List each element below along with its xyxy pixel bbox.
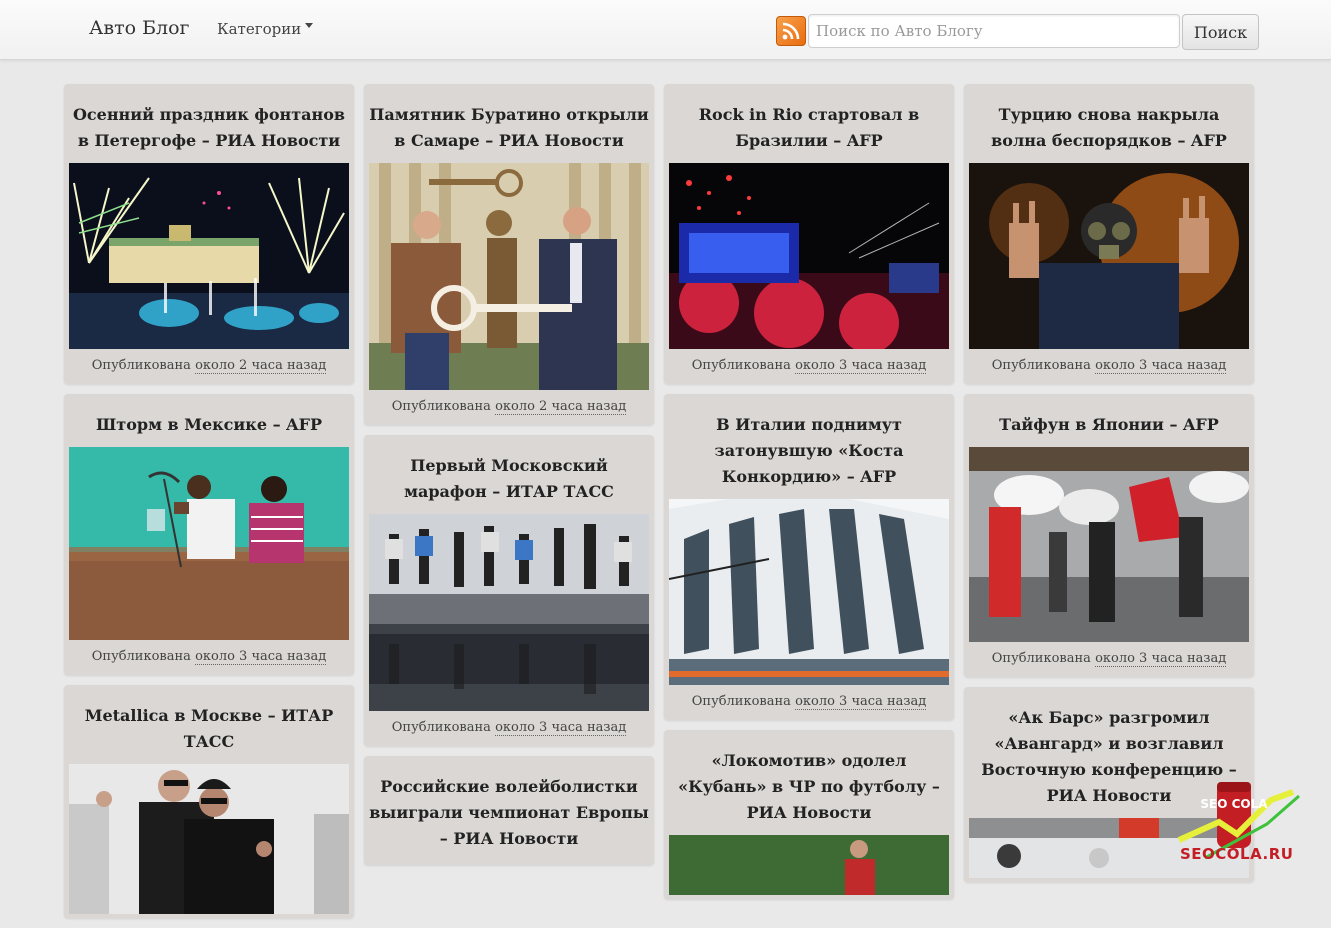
post-time-link[interactable]: около 3 часа назад (795, 694, 927, 710)
search-input[interactable] (808, 14, 1180, 48)
post-card: Турцию снова накрыла волна беспорядков –… (964, 84, 1254, 384)
post-title[interactable]: Шторм в Мексике – AFP (69, 394, 349, 447)
brand-link[interactable]: Авто Блог (89, 17, 190, 39)
column-4: Турцию снова накрыла волна беспорядков –… (964, 84, 1254, 892)
post-meta: Опубликована около 3 часа назад (969, 642, 1249, 673)
categories-label: Категории (217, 20, 302, 38)
post-meta: Опубликована около 3 часа назад (669, 349, 949, 380)
post-time-link[interactable]: около 3 часа назад (495, 720, 627, 736)
published-label: Опубликована (91, 649, 191, 664)
post-card: Осенний праздник фонтанов в Петергофе – … (64, 84, 354, 384)
published-label: Опубликована (691, 694, 791, 709)
post-meta: Опубликована около 3 часа назад (69, 640, 349, 671)
post-title[interactable]: Памятник Буратино открыли в Самаре – РИА… (369, 84, 649, 163)
categories-dropdown[interactable]: Категории (217, 20, 314, 38)
post-card: Шторм в Мексике – AFP Опубликована около… (64, 394, 354, 675)
watermark-badge: SEO COLA (1200, 797, 1268, 811)
post-meta: Опубликована около 2 часа назад (69, 349, 349, 380)
post-image-marathon[interactable] (369, 514, 649, 711)
post-title[interactable]: В Италии поднимут затонувшую «Коста Конк… (669, 394, 949, 499)
post-title[interactable]: Тайфун в Японии – AFP (969, 394, 1249, 447)
post-time-link[interactable]: около 2 часа назад (495, 399, 627, 415)
column-1: Осенний праздник фонтанов в Петергофе – … (64, 84, 354, 928)
post-meta: Опубликована около 3 часа назад (669, 685, 949, 716)
published-label: Опубликована (391, 399, 491, 414)
caret-down-icon (305, 22, 314, 28)
published-label: Опубликована (991, 358, 1091, 373)
post-title[interactable]: Осенний праздник фонтанов в Петергофе – … (69, 84, 349, 163)
post-time-link[interactable]: около 2 часа назад (195, 358, 327, 374)
post-card: Rock in Rio стартовал в Бразилии – AFP О… (664, 84, 954, 384)
post-card: Тайфун в Японии – AFP Опубликована около… (964, 394, 1254, 677)
post-card: «Локомотив» одолел «Кубань» в ЧР по футб… (664, 730, 954, 899)
post-meta: Опубликована около 3 часа назад (369, 711, 649, 742)
post-image-costa-concordia[interactable] (669, 499, 949, 685)
post-title[interactable]: Metallica в Москве – ИТАР ТАСС (69, 685, 349, 764)
post-title[interactable]: Российские волейболистки выиграли чемпио… (369, 756, 649, 861)
post-image-flood-mexico[interactable] (69, 447, 349, 640)
post-image-metallica[interactable] (69, 764, 349, 914)
top-navbar: Авто Блог Категории Поиск (0, 0, 1331, 60)
post-title[interactable]: Турцию снова накрыла волна беспорядков –… (969, 84, 1249, 163)
column-2: Памятник Буратино открыли в Самаре – РИА… (364, 84, 654, 875)
published-label: Опубликована (391, 720, 491, 735)
rss-icon[interactable] (776, 16, 806, 46)
post-card: В Италии поднимут затонувшую «Коста Конк… (664, 394, 954, 720)
post-title[interactable]: «Локомотив» одолел «Кубань» в ЧР по футб… (669, 730, 949, 835)
post-title[interactable]: Rock in Rio стартовал в Бразилии – AFP (669, 84, 949, 163)
post-image-turkey-protest[interactable] (969, 163, 1249, 349)
post-card: Российские волейболистки выиграли чемпио… (364, 756, 654, 865)
post-card: Metallica в Москве – ИТАР ТАСС (64, 685, 354, 918)
column-3: Rock in Rio стартовал в Бразилии – AFP О… (664, 84, 954, 909)
post-card: Первый Московский марафон – ИТАР ТАСС Оп… (364, 435, 654, 746)
published-label: Опубликована (691, 358, 791, 373)
post-image-buratino-monument[interactable] (369, 163, 649, 390)
post-card: Памятник Буратино открыли в Самаре – РИА… (364, 84, 654, 425)
post-image-typhoon-japan[interactable] (969, 447, 1249, 642)
post-time-link[interactable]: около 3 часа назад (1095, 651, 1227, 667)
post-time-link[interactable]: около 3 часа назад (1095, 358, 1227, 374)
published-label: Опубликована (991, 651, 1091, 666)
post-time-link[interactable]: около 3 часа назад (195, 649, 327, 665)
post-meta: Опубликована около 2 часа назад (369, 390, 649, 421)
post-time-link[interactable]: около 3 часа назад (795, 358, 927, 374)
post-image-football[interactable] (669, 835, 949, 895)
post-image-rock-in-rio[interactable] (669, 163, 949, 349)
published-label: Опубликована (91, 358, 191, 373)
watermark-text: SEOCOLA.RU (1180, 845, 1294, 863)
post-meta: Опубликована около 3 часа назад (969, 349, 1249, 380)
search-button[interactable]: Поиск (1182, 14, 1259, 50)
post-title[interactable]: Первый Московский марафон – ИТАР ТАСС (369, 435, 649, 514)
post-image-fireworks-fountains[interactable] (69, 163, 349, 349)
